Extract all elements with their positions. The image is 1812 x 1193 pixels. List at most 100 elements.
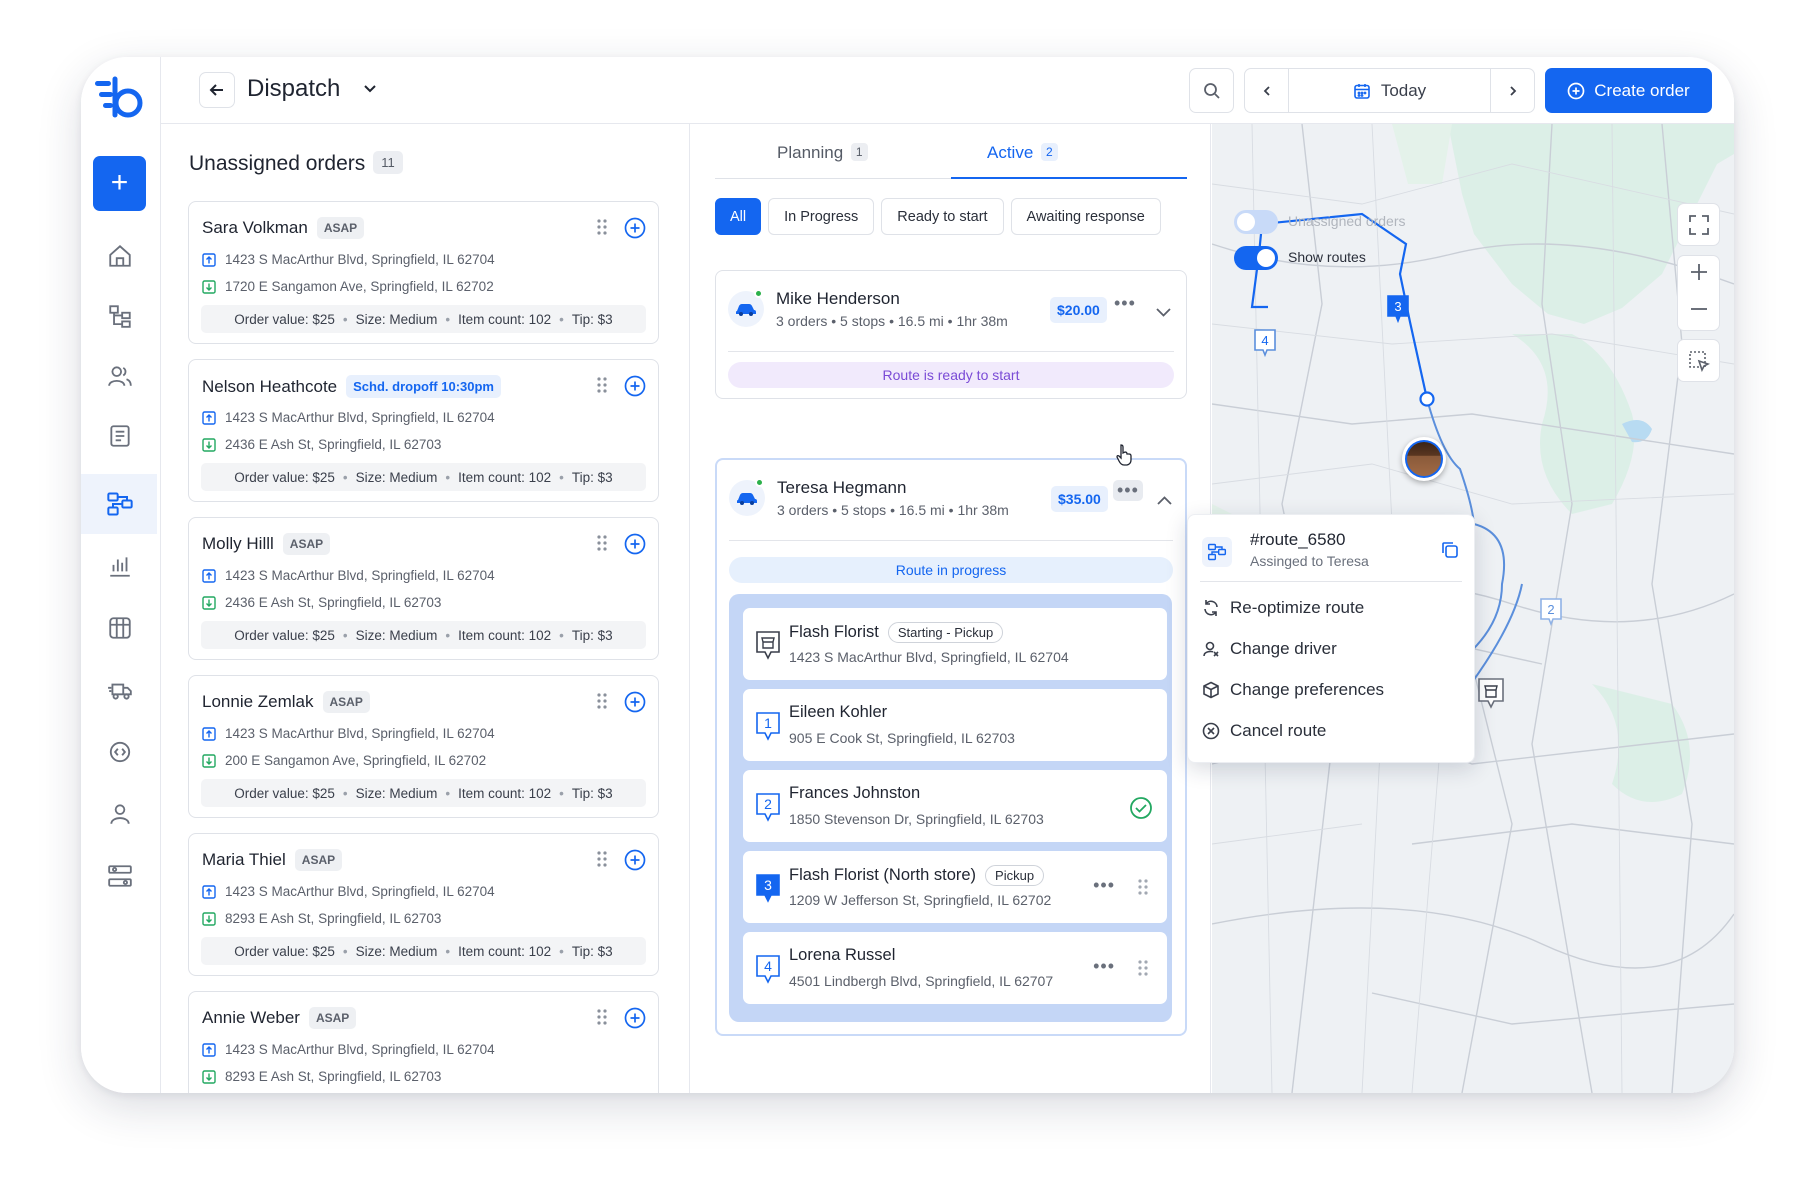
dispatch-routes-icon[interactable]: [101, 485, 139, 523]
order-card[interactable]: Nelson Heathcote Schd. dropoff 10:30pm 142…: [188, 359, 659, 502]
customer-name: Annie Weber: [202, 1008, 300, 1027]
store-icon[interactable]: [101, 609, 139, 647]
plus-circle-icon: [624, 533, 646, 555]
more-options-icon[interactable]: •••: [1114, 293, 1136, 314]
tab-active[interactable]: Active 2: [987, 143, 1058, 163]
route-stop[interactable]: Flash Florist Starting - Pickup 1423 S Mac…: [743, 608, 1167, 680]
menu-item-reoptimize-route[interactable]: Re-optimize route: [1202, 598, 1364, 618]
route-stop[interactable]: 3 Flash Florist (North store) Pickup 1209 W…: [743, 851, 1167, 923]
assign-order-button[interactable]: [624, 691, 646, 718]
menu-item-cancel-route[interactable]: Cancel route: [1202, 721, 1326, 741]
order-card[interactable]: Lonnie Zemlak ASAP 1423 S MacArthur Blvd, …: [188, 675, 659, 818]
drag-handle-icon[interactable]: [596, 850, 608, 873]
zoom-controls: [1677, 255, 1720, 331]
drag-handle-icon[interactable]: [596, 534, 608, 557]
assign-order-button[interactable]: [624, 375, 646, 402]
driver-map-avatar[interactable]: [1402, 437, 1446, 481]
fullscreen-button[interactable]: [1677, 203, 1720, 246]
pickup-address-text: 1423 S MacArthur Blvd, Springfield, IL 6…: [225, 884, 495, 899]
customer-name: Nelson Heathcote: [202, 376, 338, 396]
unassigned-orders-toggle[interactable]: [1234, 210, 1278, 234]
profile-icon[interactable]: [101, 795, 139, 833]
order-card[interactable]: Sara Volkman ASAP 1423 S MacArthur Blvd, S…: [188, 201, 659, 344]
zoom-in-button[interactable]: [1689, 262, 1709, 287]
order-customer: Lonnie Zemlak ASAP: [202, 691, 370, 713]
zoom-out-button[interactable]: [1689, 299, 1709, 324]
orders-list-icon[interactable]: [101, 417, 139, 455]
mouse-cursor-icon: [1116, 444, 1134, 471]
stop-name-text: Frances Johnston: [789, 784, 921, 802]
page-title[interactable]: Dispatch: [247, 75, 340, 103]
route-status-badge: Route in progress: [729, 557, 1173, 583]
pickup-address-text: 1423 S MacArthur Blvd, Springfield, IL 6…: [225, 568, 495, 583]
assign-order-button[interactable]: [624, 849, 646, 876]
tab-active-count: 2: [1041, 143, 1058, 161]
home-icon[interactable]: [101, 237, 139, 275]
map-store-marker[interactable]: [1477, 677, 1505, 714]
chevron-down-icon[interactable]: [1156, 304, 1171, 322]
filter-all[interactable]: All: [715, 198, 762, 235]
drag-handle-icon[interactable]: [596, 218, 608, 241]
more-options-icon[interactable]: •••: [1113, 480, 1143, 501]
preferences-icon[interactable]: [101, 857, 139, 895]
dropoff-address: 8293 E Ash St, Springfield, IL 62703: [202, 1069, 441, 1084]
map-stop-marker-4[interactable]: 4: [1253, 328, 1277, 363]
delivery-truck-icon[interactable]: [101, 671, 139, 709]
drag-handle-icon[interactable]: [1137, 878, 1149, 901]
filter-in-progress[interactable]: In Progress: [768, 198, 875, 235]
dropoff-address-text: 1720 E Sangamon Ave, Springfield, IL 627…: [225, 279, 494, 294]
map-stop-marker-3[interactable]: 3: [1386, 294, 1410, 329]
chevron-up-icon[interactable]: [1157, 492, 1172, 510]
date-picker[interactable]: Today: [1289, 69, 1490, 112]
quick-add-button[interactable]: +: [93, 156, 146, 211]
show-routes-toggle[interactable]: [1234, 246, 1278, 270]
app-logo[interactable]: [95, 75, 145, 124]
drag-handle-icon[interactable]: [596, 1008, 608, 1031]
dropoff-arrow-icon: [202, 595, 216, 610]
create-order-button[interactable]: Create order: [1545, 68, 1712, 113]
order-card[interactable]: Molly Hilll ASAP 1423 S MacArthur Blvd, Sp…: [188, 517, 659, 660]
check-circle-icon: [1129, 796, 1153, 825]
more-options-icon[interactable]: •••: [1093, 956, 1115, 977]
separator-dot: •: [342, 943, 348, 959]
lasso-select-button[interactable]: [1677, 339, 1720, 382]
separator-dot: •: [559, 943, 564, 959]
copy-icon[interactable]: [1440, 540, 1460, 565]
route-card[interactable]: Mike Henderson 3 orders • 5 stops • 16.5…: [715, 270, 1187, 399]
back-button[interactable]: [199, 72, 235, 108]
chevron-down-icon[interactable]: [363, 81, 377, 100]
menu-item-change-preferences[interactable]: Change preferences: [1202, 680, 1384, 700]
search-button[interactable]: [1189, 68, 1234, 113]
map-stop-marker-2[interactable]: 2: [1539, 597, 1563, 632]
separator-dot: •: [445, 627, 451, 643]
developer-settings-icon[interactable]: [101, 733, 139, 771]
route-card-expanded[interactable]: Teresa Hegmann 3 orders • 5 stops • 16.5…: [715, 458, 1187, 1036]
order-card[interactable]: Annie Weber ASAP 1423 S MacArthur Blvd, Sp…: [188, 991, 659, 1093]
assign-order-button[interactable]: [624, 1007, 646, 1034]
assign-order-button[interactable]: [624, 533, 646, 560]
drag-handle-icon[interactable]: [596, 692, 608, 715]
analytics-icon[interactable]: [101, 547, 139, 585]
next-day-button[interactable]: [1490, 69, 1534, 112]
filter-awaiting-response[interactable]: Awaiting response: [1010, 198, 1161, 235]
users-icon[interactable]: [101, 357, 139, 395]
route-tabs: Planning 1 Active 2: [715, 124, 1187, 179]
previous-day-button[interactable]: [1245, 69, 1289, 112]
drag-handle-icon[interactable]: [596, 376, 608, 399]
order-card[interactable]: Maria Thiel ASAP 1423 S MacArthur Blvd, Sp…: [188, 833, 659, 976]
route-stop[interactable]: 2 Frances Johnston 1850 Stevenson Dr, Spri…: [743, 770, 1167, 842]
pickup-address-text: 1423 S MacArthur Blvd, Springfield, IL 6…: [225, 252, 495, 267]
hierarchy-icon[interactable]: [101, 297, 139, 335]
more-options-icon[interactable]: •••: [1093, 875, 1115, 896]
filter-ready-to-start[interactable]: Ready to start: [881, 198, 1004, 235]
route-stop[interactable]: 1 Eileen Kohler 905 E Cook St, Springfield…: [743, 689, 1167, 761]
drag-handle-icon[interactable]: [1137, 959, 1149, 982]
menu-item-change-driver[interactable]: Change driver: [1202, 639, 1337, 659]
customer-name: Sara Volkman: [202, 218, 308, 237]
pickup-address: 1423 S MacArthur Blvd, Springfield, IL 6…: [202, 568, 495, 583]
assign-order-button[interactable]: [624, 217, 646, 244]
tab-planning[interactable]: Planning 1: [777, 143, 868, 163]
separator-dot: •: [559, 311, 564, 327]
route-stop[interactable]: 4 Lorena Russel 4501 Lindbergh Blvd, Sprin…: [743, 932, 1167, 1004]
pickup-address: 1423 S MacArthur Blvd, Springfield, IL 6…: [202, 726, 495, 741]
